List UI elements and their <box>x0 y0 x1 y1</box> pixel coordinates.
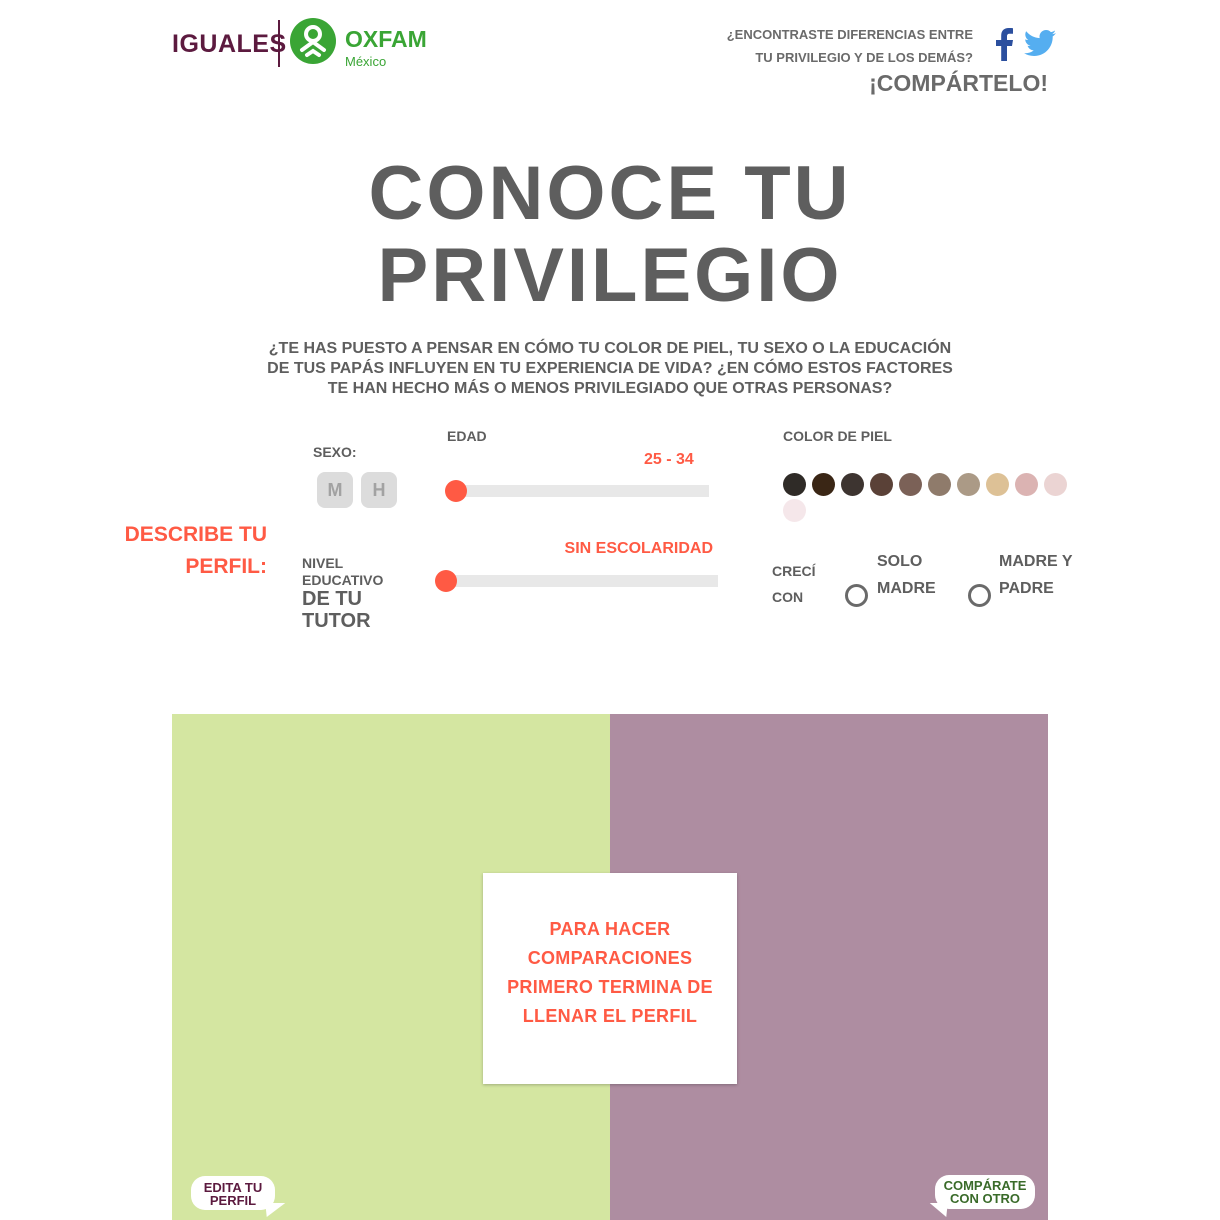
oxfam-logo-text: OXFAM <box>345 26 427 52</box>
nivel-educativo-value: SIN ESCOLARIDAD <box>564 540 713 557</box>
creci-con-label: CRECÍ <box>772 563 816 579</box>
oxfam-logo-icon <box>290 18 336 64</box>
madre-y-padre-radio[interactable] <box>968 584 991 607</box>
skin-color-swatch[interactable] <box>1015 473 1038 496</box>
logo-divider <box>278 20 280 67</box>
compare-other-label-line2: CON OTRO <box>949 1191 1021 1206</box>
sexo-h-button[interactable]: H <box>361 472 397 508</box>
page-title-line2: PRIVILEGIO <box>377 233 843 318</box>
nivel-educativo-label-line2: EDUCATIVO <box>302 572 384 588</box>
nivel-educativo-label: NIVEL <box>302 555 344 571</box>
edad-label: EDAD <box>447 428 487 444</box>
page-title: CONOCE TU <box>368 151 852 236</box>
nivel-educativo-slider-track[interactable] <box>438 575 718 587</box>
solo-madre-label[interactable]: SOLO MADRE <box>877 548 936 602</box>
nivel-educativo-label-line4: TUTOR <box>302 610 371 632</box>
edit-profile-button[interactable]: EDITA TU PERFIL <box>191 1176 275 1210</box>
skin-color-swatch[interactable] <box>986 473 1009 496</box>
sexo-m-button[interactable]: M <box>317 472 353 508</box>
share-question: ¿ENCONTRASTE DIFERENCIAS ENTRE <box>726 27 973 42</box>
madre-y-padre-label-line1: MADRE Y <box>999 553 1073 570</box>
compare-with-other-button[interactable]: COMPÁRATE CON OTRO <box>935 1175 1035 1209</box>
edad-slider-handle[interactable] <box>445 480 467 502</box>
solo-madre-label-line2: MADRE <box>877 580 936 597</box>
intro-text: ¿TE HAS PUESTO A PENSAR EN CÓMO TU COLOR… <box>267 340 953 397</box>
iguales-logo: IGUALES <box>172 30 287 58</box>
share-question-line2: TU PRIVILEGIO Y DE LOS DEMÁS? <box>755 50 973 65</box>
skin-color-swatch[interactable] <box>928 473 951 496</box>
describe-profile-heading: DESCRIBE TU PERFIL: <box>100 519 267 583</box>
skin-color-swatch[interactable] <box>957 473 980 496</box>
nivel-educativo-label-line3: DE TU <box>302 588 362 610</box>
color-de-piel-label: COLOR DE PIEL <box>783 428 892 444</box>
edit-profile-label-line2: PERFIL <box>209 1193 257 1208</box>
skin-color-swatch[interactable] <box>870 473 893 496</box>
share-cta: ¡COMPÁRTELO! <box>869 70 1048 96</box>
oxfam-country: México <box>345 54 387 69</box>
twitter-icon[interactable] <box>1024 30 1056 56</box>
sexo-label: SEXO: <box>313 444 357 460</box>
skin-color-swatch[interactable] <box>1044 473 1067 496</box>
madre-y-padre-label[interactable]: MADRE Y PADRE <box>999 548 1073 602</box>
edad-value: 25 - 34 <box>644 451 694 468</box>
solo-madre-label-line1: SOLO <box>877 553 923 570</box>
notice-line1: PARA HACER <box>549 919 671 939</box>
skin-color-swatch[interactable] <box>841 473 864 496</box>
skin-color-swatch[interactable] <box>783 499 806 522</box>
facebook-icon[interactable] <box>994 27 1014 61</box>
madre-y-padre-label-line2: PADRE <box>999 580 1054 597</box>
skin-color-swatch[interactable] <box>783 473 806 496</box>
solo-madre-radio[interactable] <box>845 584 868 607</box>
describe-heading-line1: DESCRIBE TU <box>124 523 267 546</box>
creci-con-label-line2: CON <box>772 589 804 605</box>
nivel-educativo-slider-handle[interactable] <box>435 570 457 592</box>
skin-color-swatch[interactable] <box>899 473 922 496</box>
edad-slider-track[interactable] <box>448 485 709 497</box>
notice-line3: PRIMERO TERMINA DE <box>507 977 713 997</box>
notice-line4: LLENAR EL PERFIL <box>522 1006 698 1026</box>
describe-heading-line2: PERFIL: <box>185 555 267 578</box>
notice-line2: COMPARACIONES <box>527 948 693 968</box>
skin-color-swatch[interactable] <box>812 473 835 496</box>
fill-profile-notice-text: PARA HACER COMPARACIONES PRIMERO TERMINA… <box>493 915 727 1031</box>
